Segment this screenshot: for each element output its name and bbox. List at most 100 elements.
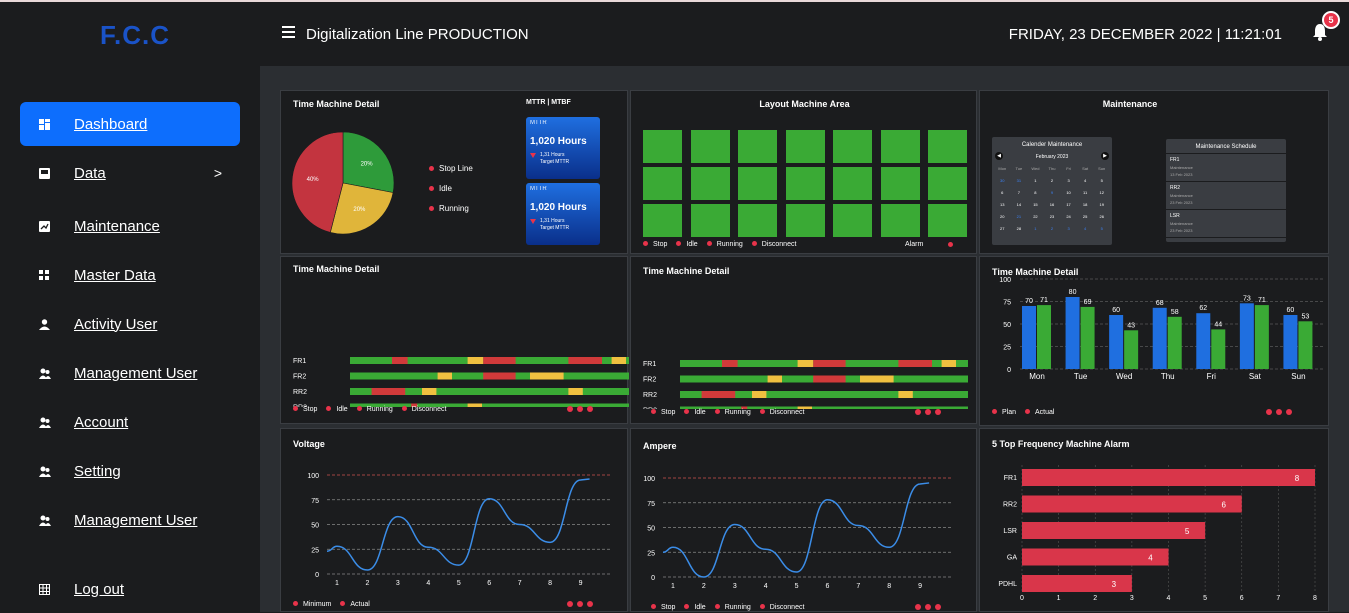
calendar-day[interactable]: 27 [994,226,1011,231]
machine-tile[interactable] [738,130,777,163]
calendar-day[interactable]: 8 [1027,190,1044,195]
machine-tile[interactable] [738,167,777,200]
more-options-icon[interactable] [915,604,941,610]
legend-label: Actual [1035,409,1055,416]
next-month-icon[interactable]: ▶ [1101,152,1109,160]
mttr-target-label: Target MTTR [540,225,570,231]
calendar-day[interactable]: 3 [1060,226,1077,231]
calendar-day[interactable]: 14 [1011,202,1028,207]
voltage-legend: Minimum Actual [293,601,370,608]
timeline-row-label: FR1 [293,358,306,365]
hamburger-menu-icon[interactable] [282,26,295,38]
calendar-day[interactable]: 30 [994,178,1011,183]
y-tick-label: 100 [643,476,655,483]
machine-tile[interactable] [785,130,825,163]
bar [1065,297,1080,369]
calendar-day[interactable]: 5 [1093,226,1110,231]
machine-tile[interactable] [880,204,920,237]
machine-tile[interactable] [690,130,730,163]
machine-tile[interactable] [643,204,682,237]
calendar-day[interactable]: 7 [1011,190,1028,195]
calendar-day[interactable]: 28 [1011,226,1028,231]
notification-badge[interactable]: 5 [1322,11,1340,29]
calendar-day[interactable]: 1 [1027,226,1044,231]
calendar-day[interactable]: 4 [1077,226,1094,231]
alarm-indicator: Alarm [905,241,958,248]
calendar-day[interactable]: 1 [1027,178,1044,183]
calendar-day[interactable]: 26 [1093,214,1110,219]
machine-tile[interactable] [643,167,682,200]
sidebar-item-management-user-2[interactable]: Management User [20,498,240,542]
calendar-day[interactable]: 20 [994,214,1011,219]
bar-value-label: 44 [1214,321,1222,328]
calendar-day[interactable]: 2 [1044,226,1061,231]
calendar-day[interactable]: 11 [1077,190,1094,195]
sidebar-item-maintenance[interactable]: Maintenance [20,204,240,248]
machine-tile[interactable] [928,167,967,200]
prev-month-icon[interactable]: ◀ [995,152,1003,160]
legend-label: Stop Line [439,164,473,173]
schedule-item[interactable]: FR1 Maintenance 13 Feb 2023 [1166,154,1286,182]
sidebar-item-dashboard[interactable]: Dashboard [20,102,240,146]
timeline-segment [898,360,932,367]
calendar-day[interactable]: 2 [1044,178,1061,183]
calendar-day[interactable]: 16 [1044,202,1061,207]
sidebar-item-activity-user[interactable]: Activity User [20,302,240,346]
sidebar-item-master-data[interactable]: Master Data [20,253,240,297]
calendar-day[interactable]: 23 [1044,214,1061,219]
more-options-icon[interactable] [915,409,941,415]
more-options-icon[interactable] [567,601,593,607]
bar-value-label: 5 [1185,527,1190,536]
calendar-day[interactable]: 19 [1093,202,1110,207]
calendar-day[interactable]: 17 [1060,202,1077,207]
machine-tile[interactable] [833,130,872,163]
calendar-day[interactable]: 18 [1077,202,1094,207]
legend-label: Stop [653,241,668,248]
machine-tile[interactable] [785,167,825,200]
calendar-day[interactable]: 25 [1077,214,1094,219]
machine-tile[interactable] [643,130,682,163]
calendar-day[interactable]: 12 [1093,190,1110,195]
timeline-segment [752,391,767,398]
machine-tile[interactable] [833,204,872,237]
machine-tile[interactable] [785,204,825,237]
bar [1109,315,1124,369]
calendar-day[interactable]: 3 [1060,178,1077,183]
timeline-segment [568,388,583,395]
calendar-day[interactable]: 6 [994,190,1011,195]
y-category-label: FR1 [1004,475,1017,482]
legend-item: Running [706,241,743,248]
more-options-icon[interactable] [1266,409,1292,415]
calendar-day[interactable]: 5 [1093,178,1110,183]
calendar-day[interactable]: 4 [1077,178,1094,183]
sidebar-item-data[interactable]: Data > [20,151,240,195]
sidebar-item-setting[interactable]: Setting [20,449,240,493]
machine-tile[interactable] [690,204,730,237]
y-tick-label: 50 [311,523,319,530]
calendar-day[interactable]: 9 [1044,190,1061,195]
calendar-day[interactable]: 13 [994,202,1011,207]
machine-tile[interactable] [833,167,872,200]
calendar-day[interactable]: 24 [1060,214,1077,219]
y-tick-label: 0 [315,572,319,579]
schedule-item[interactable]: RR2 Maintenance 23 Feb 2023 [1166,182,1286,210]
machine-tile[interactable] [738,204,777,237]
sidebar-item-management-user[interactable]: Management User [20,351,240,395]
sidebar-item-account[interactable]: Account [20,400,240,444]
calendar-day[interactable]: 22 [1027,214,1044,219]
machine-tile[interactable] [928,204,967,237]
more-options-icon[interactable] [567,406,593,412]
machine-tile[interactable] [880,167,920,200]
calendar-day[interactable]: 31 [1011,178,1028,183]
y-tick-label: 25 [647,550,655,557]
calendar-day[interactable]: 10 [1060,190,1077,195]
calendar-day[interactable]: 21 [1011,214,1028,219]
legend-item: Running [356,406,393,413]
calendar-day[interactable]: 15 [1027,202,1044,207]
machine-tile[interactable] [690,167,730,200]
legend-item: Stop [651,409,675,416]
schedule-item[interactable]: LSR Maintenance 23 Feb 2023 [1166,210,1286,238]
machine-tile[interactable] [880,130,920,163]
logout-button[interactable]: Log out [20,567,240,611]
machine-tile[interactable] [928,130,967,163]
